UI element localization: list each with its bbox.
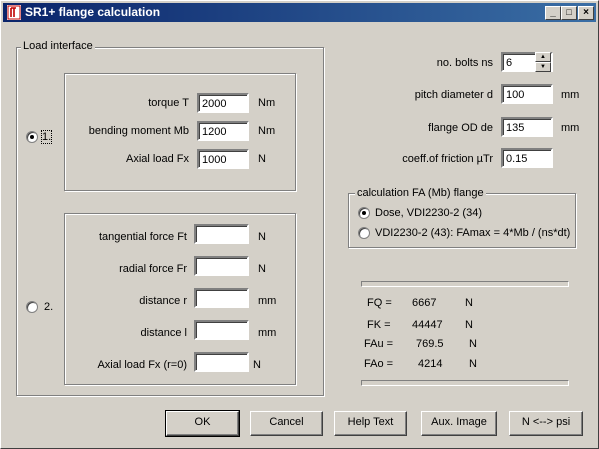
axial-load-r0-label: Axial load Fx (r=0): [97, 359, 187, 371]
flange-od-input[interactable]: 135: [501, 117, 553, 137]
axial-load-unit: N: [258, 153, 266, 165]
fao-value: 4214: [418, 358, 443, 370]
radial-force-label: radial force Fr: [119, 263, 187, 275]
bending-moment-unit: Nm: [258, 125, 276, 137]
close-button[interactable]: ×: [578, 6, 594, 20]
minimize-button[interactable]: _: [545, 6, 561, 20]
fk-value: 44447: [412, 319, 443, 331]
bolts-label: no. bolts ns: [436, 57, 493, 69]
help-text-button[interactable]: Help Text: [334, 411, 407, 436]
tangential-force-label: tangential force Ft: [98, 231, 187, 243]
title-bar[interactable]: SR1+ flange calculation _ □ ×: [3, 3, 596, 22]
calc-fa-option2-radio[interactable]: [358, 227, 370, 239]
maximize-icon: □: [566, 7, 572, 17]
aux-image-button[interactable]: Aux. Image: [421, 411, 497, 436]
fk-unit: N: [465, 319, 473, 331]
option2-radio[interactable]: [26, 301, 38, 313]
option1-label[interactable]: 1.: [40, 130, 53, 144]
results-separator-bottom: [361, 380, 569, 386]
calc-fa-option1-radio[interactable]: [358, 207, 370, 219]
fao-label: FAo =: [364, 358, 394, 370]
bending-moment-label: bending moment Mb: [88, 125, 189, 137]
window-title: SR1+ flange calculation: [25, 5, 161, 19]
bolts-spinner[interactable]: ▲ ▼: [535, 52, 551, 72]
fq-value: 6667: [412, 297, 437, 309]
distance-r-input[interactable]: [194, 288, 249, 308]
friction-label: coeff.of friction µTr: [402, 153, 493, 165]
torque-unit: Nm: [258, 97, 276, 109]
pitch-diameter-unit: mm: [561, 89, 580, 101]
calc-fa-title: calculation FA (Mb) flange: [355, 187, 486, 199]
distance-l-unit: mm: [258, 327, 277, 339]
pitch-diameter-label: pitch diameter d: [414, 89, 493, 101]
axial-load-r0-unit: N: [253, 359, 261, 371]
maximize-button[interactable]: □: [561, 6, 577, 20]
distance-l-label: distance l: [140, 327, 187, 339]
distance-r-label: distance r: [139, 295, 187, 307]
minimize-icon: _: [550, 7, 556, 18]
fq-label: FQ =: [367, 297, 392, 309]
option2-label[interactable]: 2.: [44, 301, 53, 313]
axial-load-label: Axial load Fx: [126, 153, 189, 165]
load-interface-title: Load interface: [21, 40, 95, 52]
app-icon: [7, 5, 21, 20]
dialog-window: SR1+ flange calculation _ □ × Load inter…: [0, 0, 599, 449]
spin-down-icon[interactable]: ▼: [535, 62, 551, 72]
calc-fa-group: [348, 193, 576, 248]
calc-fa-option1-label[interactable]: Dose, VDI2230-2 (34): [375, 207, 482, 219]
fq-unit: N: [465, 297, 473, 309]
results-separator-top: [361, 281, 569, 287]
radial-force-unit: N: [258, 263, 266, 275]
tangential-force-input[interactable]: [194, 224, 249, 244]
fau-label: FAu =: [364, 338, 394, 350]
axial-load-input[interactable]: 1000: [197, 149, 249, 169]
flange-od-label: flange OD de: [428, 122, 493, 134]
fao-unit: N: [469, 358, 477, 370]
fau-value: 769.5: [416, 338, 444, 350]
friction-input[interactable]: 0.15: [501, 148, 553, 168]
flange-od-unit: mm: [561, 122, 580, 134]
fk-label: FK =: [367, 319, 391, 331]
bending-moment-input[interactable]: 1200: [197, 121, 249, 141]
torque-label: torque T: [148, 97, 189, 109]
close-icon: ×: [583, 7, 589, 18]
radial-force-input[interactable]: [194, 256, 249, 276]
calc-fa-option2-label[interactable]: VDI2230-2 (43): FAmax = 4*Mb / (ns*dt): [375, 227, 570, 239]
option1-radio[interactable]: [26, 131, 38, 143]
cancel-button[interactable]: Cancel: [250, 411, 323, 436]
distance-l-input[interactable]: [194, 320, 249, 340]
tangential-force-unit: N: [258, 231, 266, 243]
fau-unit: N: [469, 338, 477, 350]
pitch-diameter-input[interactable]: 100: [501, 84, 553, 104]
distance-r-unit: mm: [258, 295, 277, 307]
axial-load-r0-input[interactable]: [194, 352, 249, 372]
units-toggle-button[interactable]: N <--> psi: [509, 411, 583, 436]
spin-up-icon[interactable]: ▲: [535, 52, 551, 62]
ok-button[interactable]: OK: [165, 410, 240, 437]
torque-input[interactable]: 2000: [197, 93, 249, 113]
